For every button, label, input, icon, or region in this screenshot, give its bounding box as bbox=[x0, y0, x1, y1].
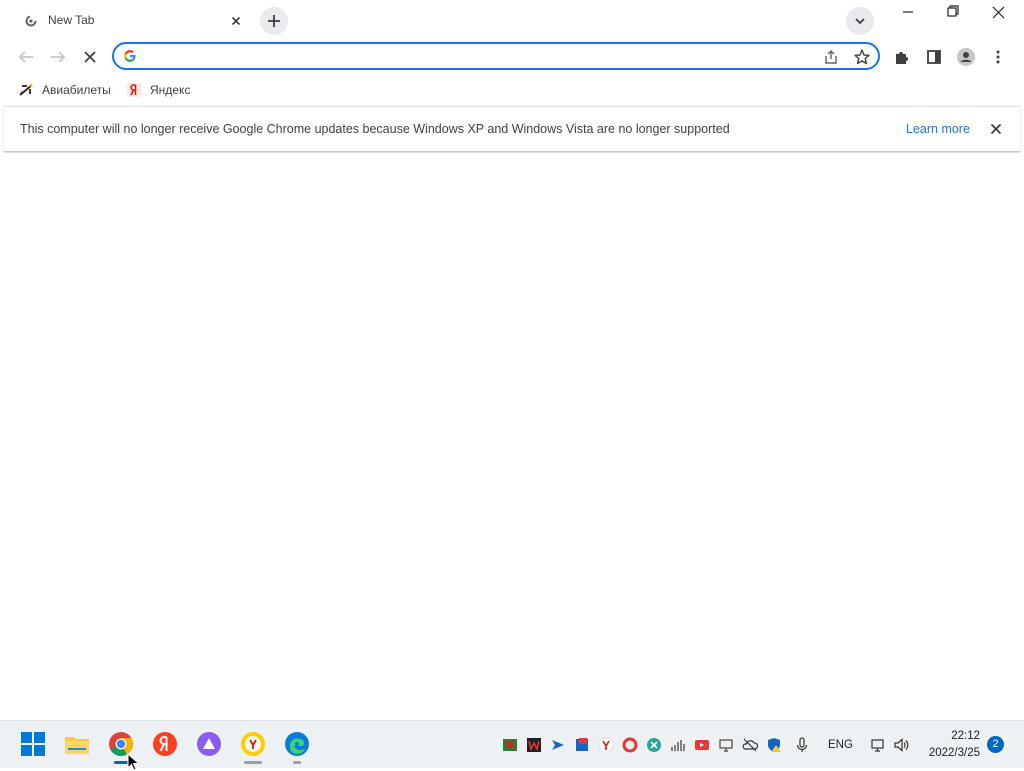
restore-button[interactable] bbox=[930, 0, 976, 28]
minimize-button[interactable] bbox=[885, 0, 931, 28]
tray-app-ring-icon[interactable] bbox=[622, 737, 638, 753]
tray-app-arrow-icon[interactable] bbox=[550, 737, 566, 753]
side-panel-button[interactable] bbox=[920, 43, 948, 71]
tray-app-w-icon[interactable] bbox=[526, 737, 542, 753]
close-icon[interactable] bbox=[988, 121, 1004, 137]
google-g-icon bbox=[124, 50, 136, 62]
alice-icon[interactable] bbox=[196, 731, 222, 757]
app-running-indicator bbox=[293, 761, 301, 764]
language-indicator[interactable]: ENG bbox=[828, 739, 853, 751]
mouse-cursor-icon bbox=[127, 753, 140, 771]
plus-icon bbox=[268, 15, 280, 27]
taskbar: ENG 22:12 2022/3/25 2 bbox=[0, 720, 1024, 771]
yandex-browser-icon[interactable] bbox=[152, 731, 178, 757]
clock-time[interactable]: 22:12 bbox=[940, 730, 980, 742]
menu-button[interactable] bbox=[984, 43, 1012, 71]
bookmark-label: Авиабилеты bbox=[42, 83, 111, 97]
tray-yandex-icon[interactable] bbox=[598, 737, 614, 753]
yandex-icon bbox=[127, 83, 141, 97]
restore-icon bbox=[947, 5, 959, 17]
forward-button[interactable] bbox=[44, 43, 72, 71]
tray-onedrive-offline-icon[interactable] bbox=[742, 737, 758, 753]
bookmark-yandex[interactable]: Яндекс bbox=[126, 80, 190, 100]
clock-date[interactable]: 2022/3/25 bbox=[920, 747, 980, 759]
tray-network-meter-icon[interactable] bbox=[670, 737, 686, 753]
app-running-indicator bbox=[244, 761, 262, 764]
tray-app-red-icon[interactable] bbox=[694, 737, 710, 753]
tray-app-teal-icon[interactable] bbox=[646, 737, 662, 753]
arrow-right-icon bbox=[51, 51, 66, 63]
edge-icon[interactable] bbox=[284, 731, 310, 757]
file-explorer-icon[interactable] bbox=[64, 731, 90, 757]
profile-button[interactable] bbox=[952, 43, 980, 71]
bookmark-star-icon[interactable] bbox=[853, 48, 871, 66]
close-tab-icon[interactable] bbox=[228, 13, 244, 29]
airplane-icon bbox=[19, 84, 33, 96]
tray-app-green-icon[interactable] bbox=[502, 737, 518, 753]
new-tab-button[interactable] bbox=[260, 7, 288, 35]
page-content bbox=[0, 153, 1024, 720]
tray-app-download-icon[interactable] bbox=[574, 737, 590, 753]
tab-title: New Tab bbox=[48, 13, 95, 27]
side-panel-icon bbox=[927, 50, 941, 64]
toolbar bbox=[0, 40, 1024, 74]
volume-icon[interactable] bbox=[893, 737, 909, 753]
active-app-indicator bbox=[114, 761, 128, 764]
chevron-down-icon bbox=[855, 18, 865, 25]
address-bar[interactable] bbox=[112, 42, 880, 70]
network-icon[interactable] bbox=[870, 737, 886, 753]
tab-new-tab[interactable]: New Tab bbox=[10, 6, 250, 36]
close-icon bbox=[992, 6, 1005, 19]
extensions-button[interactable] bbox=[888, 43, 916, 71]
back-button[interactable] bbox=[12, 43, 40, 71]
close-icon bbox=[84, 51, 96, 63]
bookmark-aviabilety[interactable]: Авиабилеты bbox=[18, 80, 111, 100]
more-vertical-icon bbox=[996, 50, 1000, 64]
bookmark-label: Яндекс bbox=[150, 83, 191, 97]
arrow-left-icon bbox=[18, 51, 33, 63]
yandex-browser-lite-icon[interactable] bbox=[240, 731, 266, 757]
stop-loading-button[interactable] bbox=[76, 43, 104, 71]
tab-strip: New Tab bbox=[0, 0, 1024, 40]
windows-start-icon[interactable] bbox=[20, 731, 46, 757]
close-window-button[interactable] bbox=[976, 0, 1022, 28]
loading-spinner-icon bbox=[25, 15, 37, 27]
notification-badge[interactable]: 2 bbox=[987, 736, 1004, 753]
microphone-icon[interactable] bbox=[794, 737, 810, 753]
omnibox-input[interactable] bbox=[144, 47, 784, 65]
tray-display-icon[interactable] bbox=[718, 737, 734, 753]
share-icon[interactable] bbox=[822, 48, 840, 66]
puzzle-icon bbox=[896, 52, 908, 64]
bookmarks-bar: Авиабилеты Яндекс bbox=[0, 76, 1024, 104]
update-infobar: This computer will no longer receive Goo… bbox=[4, 106, 1020, 152]
learn-more-link[interactable]: Learn more bbox=[906, 122, 970, 136]
infobar-message: This computer will no longer receive Goo… bbox=[20, 122, 730, 136]
avatar-icon bbox=[957, 48, 975, 66]
tab-search-button[interactable] bbox=[846, 7, 874, 35]
tray-security-warning-icon[interactable] bbox=[766, 737, 782, 753]
minimize-icon bbox=[903, 11, 913, 13]
